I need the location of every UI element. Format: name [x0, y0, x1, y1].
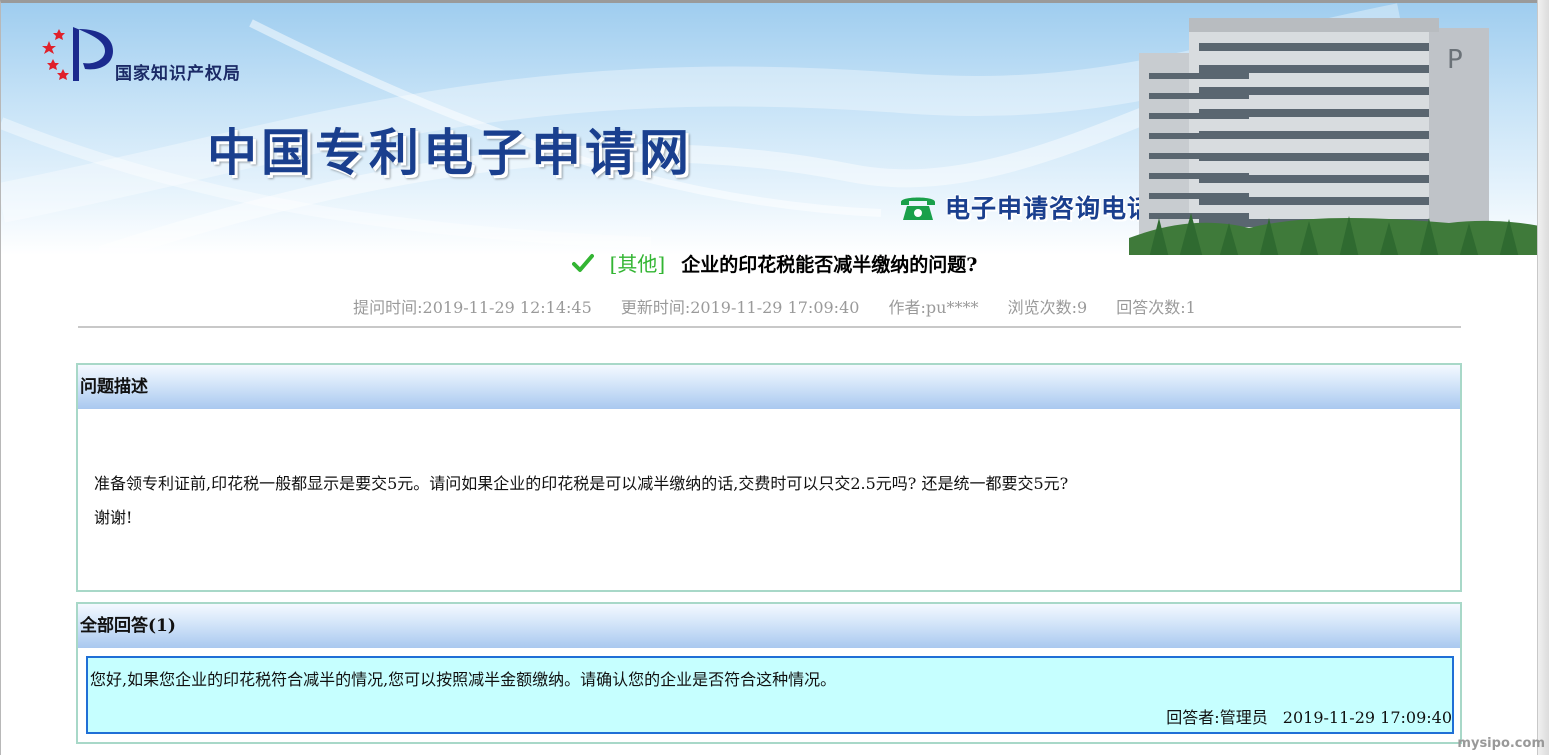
sipo-logo-icon: [42, 27, 113, 81]
description-body: 准备领专利证前,印花税一般都显示是要交5元。请问如果企业的印花税是可以减半缴纳的…: [78, 409, 1460, 535]
checkmark-icon: [571, 254, 594, 272]
answers-panel: 全部回答(1) 您好,如果您企业的印花税符合减半的情况,您可以按照减半金额缴纳。…: [76, 602, 1462, 744]
answer-text: 您好,如果您企业的印花税符合减半的情况,您可以按照减半金额缴纳。请确认您的企业是…: [90, 670, 837, 689]
site-title: 中国专利电子申请网: [207, 124, 693, 182]
answer-author: 回答者:管理员: [1166, 708, 1268, 727]
question-meta: 提问时间:2019-11-29 12:14:45 更新时间:2019-11-29…: [0, 294, 1549, 318]
telephone-icon: [901, 197, 935, 220]
scrollbar[interactable]: [1537, 0, 1549, 755]
description-panel: 问题描述 准备领专利证前,印花税一般都显示是要交5元。请问如果企业的印花税是可以…: [76, 363, 1462, 592]
svg-text:P: P: [1447, 45, 1463, 75]
watermark: mysipo.com: [1457, 736, 1545, 751]
description-line-2: 谢谢!: [94, 508, 133, 527]
office-building-image: P: [1129, 18, 1544, 255]
answer-meta: 回答者:管理员 2019-11-29 17:09:40: [1156, 704, 1452, 728]
question-category: [其他]: [609, 252, 666, 276]
author: 作者:pu****: [888, 298, 979, 317]
description-line-1: 准备领专利证前,印花税一般都显示是要交5元。请问如果企业的印花税是可以减半缴纳的…: [94, 474, 1069, 493]
answer-time: 2019-11-29 17:09:40: [1282, 708, 1452, 727]
answer-count: 回答次数:1: [1116, 298, 1196, 317]
view-count: 浏览次数:9: [1007, 298, 1088, 317]
site-banner: 国家知识产权局 中国专利电子申请网 电子申请咨询电话:010-62356655 …: [1, 3, 1544, 255]
answers-heading: 全部回答(1): [78, 604, 1460, 648]
divider: [78, 326, 1461, 328]
question-title: 企业的印花税能否减半缴纳的问题?: [681, 254, 978, 276]
description-heading: 问题描述: [78, 365, 1460, 409]
updated-time: 更新时间:2019-11-29 17:09:40: [620, 298, 860, 317]
asked-time: 提问时间:2019-11-29 12:14:45: [353, 298, 592, 317]
question-title-row: [其他] 企业的印花税能否减半缴纳的问题?: [0, 248, 1549, 277]
org-name: 国家知识产权局: [115, 64, 241, 84]
answer-item: 您好,如果您企业的印花税符合减半的情况,您可以按照减半金额缴纳。请确认您的企业是…: [86, 656, 1454, 734]
